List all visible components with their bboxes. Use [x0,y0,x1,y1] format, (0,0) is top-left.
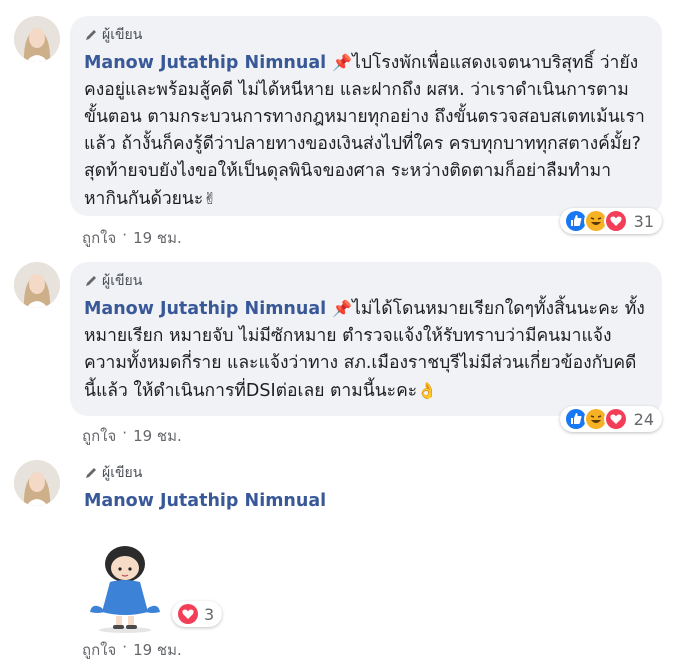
reaction-count: 31 [633,211,654,231]
pin-emoji: 📌 [332,299,353,318]
love-reaction-icon [176,602,200,626]
separator-dot: · [122,226,128,244]
avatar[interactable] [14,16,60,62]
separator-dot: · [122,424,128,442]
author-badge-label: ผู้เขียน [102,27,143,43]
author-badge-label: ผู้เขียน [102,273,143,289]
comment-actions: ถูกใจ · 19 ชม. [82,638,182,662]
pencil-icon [84,28,98,42]
reactions-summary[interactable]: 31 [559,208,662,234]
like-link[interactable]: ถูกใจ [82,226,116,250]
author-badge: ผู้เขียน [84,270,646,292]
avatar[interactable] [14,262,60,308]
author-badge: ผู้เขียน [84,462,332,484]
comment-timestamp[interactable]: 19 ชม. [133,424,182,448]
comment-bubble: ผู้เขียน Manow Jutathip Nimnual 📌ไม่ได้โด… [70,262,662,416]
like-link[interactable]: ถูกใจ [82,638,116,662]
reaction-count: 24 [633,409,654,429]
comment-actions: ถูกใจ · 19 ชม. [82,424,182,448]
comment-text: Manow Jutathip Nimnual 📌ไม่ได้โดนหมายเรีย… [84,295,646,405]
sticker[interactable] [84,542,166,634]
avatar-image [14,262,60,308]
avatar-image [14,16,60,62]
comment-bubble: ผู้เขียน Manow Jutathip Nimnual 📌ไปโรงพัก… [70,16,662,216]
like-link[interactable]: ถูกใจ [82,424,116,448]
love-reaction-icon [603,209,628,233]
author-badge: ผู้เขียน [84,24,646,46]
love-reaction-icon [603,407,628,431]
avatar[interactable] [14,460,60,506]
separator-dot: · [122,638,128,656]
pencil-icon [84,274,98,288]
comment-body: ไปโรงพักเพื่อแสดงเจตนาบริสุทธิ์ ว่ายังคง… [84,53,645,209]
commenter-name[interactable]: Manow Jutathip Nimnual [84,53,326,73]
reactions-summary[interactable]: 24 [559,406,662,432]
commenter-name[interactable]: Manow Jutathip Nimnual [84,299,326,319]
victory-hand-emoji: ✌ [203,189,217,208]
reactions-summary[interactable]: 3 [172,601,223,627]
comment-timestamp[interactable]: 19 ชม. [133,226,182,250]
comment-text: Manow Jutathip Nimnual 📌ไปโรงพักเพื่อแสดง… [84,49,646,213]
ok-hand-emoji: 👌 [417,381,438,400]
author-badge-label: ผู้เขียน [102,465,143,481]
comment-header: ผู้เขียน Manow Jutathip Nimnual [84,462,332,515]
commenter-name[interactable]: Manow Jutathip Nimnual [84,491,326,511]
avatar-image [14,460,60,506]
comment-actions: ถูกใจ · 19 ชม. [82,226,182,250]
comment-text: Manow Jutathip Nimnual [84,488,332,515]
pencil-icon [84,466,98,480]
pin-emoji: 📌 [332,53,353,72]
comment-timestamp[interactable]: 19 ชม. [133,638,182,662]
reaction-count: 3 [204,604,215,624]
